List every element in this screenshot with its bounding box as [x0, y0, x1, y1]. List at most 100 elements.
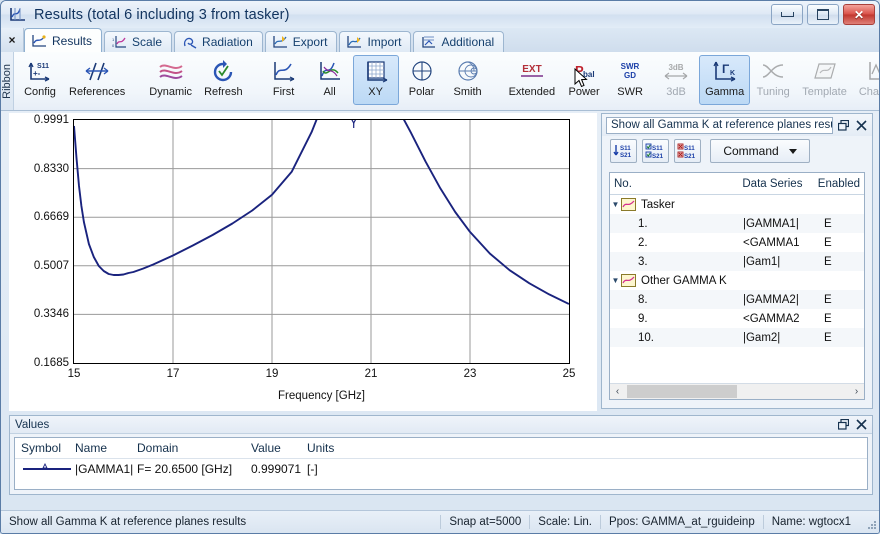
table-row-group[interactable]: ▼ Tasker: [610, 195, 864, 214]
ribbon-button-label: Extended: [509, 86, 555, 98]
y-tick-label: 0.5007: [34, 260, 69, 272]
table-row[interactable]: 10. |Gam2| E: [610, 328, 864, 347]
table-row-group[interactable]: ▼ Other GAMMA K: [610, 271, 864, 290]
svg-text:EXT: EXT: [522, 64, 541, 75]
minimize-button[interactable]: [771, 4, 803, 25]
values-symbol-cell: [15, 462, 75, 476]
ribbon-button-label: Gamma: [705, 86, 744, 98]
svg-text:bal: bal: [583, 70, 595, 79]
scrollbar-thumb[interactable]: [627, 385, 737, 398]
3db-button[interactable]: 3dB 3dB: [653, 55, 699, 105]
column-header-series: Data Series: [738, 178, 813, 190]
ribbon-button-label: 3dB: [666, 86, 686, 98]
extended-button[interactable]: EXT Extended: [503, 55, 561, 105]
tab-import[interactable]: Import: [339, 31, 411, 52]
tab-export[interactable]: Export: [265, 31, 338, 52]
svg-text:SWR: SWR: [621, 62, 640, 71]
tab-label: Additional: [441, 35, 494, 49]
column-header-name: Name: [75, 441, 137, 455]
scroll-left-icon[interactable]: ‹: [610, 386, 625, 397]
swr-button[interactable]: SWR GD SWR: [607, 55, 653, 105]
smith-button[interactable]: Smith: [445, 55, 491, 105]
polar-button[interactable]: Polar: [399, 55, 445, 105]
template-button[interactable]: Template: [796, 55, 853, 105]
results-chart-icon: [32, 34, 47, 48]
tab-scale[interactable]: 1 0 Scale: [104, 31, 172, 52]
dynamic-waves-icon: [154, 58, 188, 86]
dynamic-button[interactable]: Dynamic: [143, 55, 198, 105]
dock-toolbar: S11 S21 S11 S21: [602, 136, 872, 165]
radiation-icon: [182, 35, 197, 49]
tab-label: Radiation: [202, 35, 253, 49]
expand-collapse-icon[interactable]: ▼: [610, 276, 621, 285]
column-header-value: Value: [251, 441, 307, 455]
table-row[interactable]: 9. <GAMMA2 E: [610, 309, 864, 328]
first-curve-icon: [267, 58, 301, 86]
maximize-button[interactable]: [807, 4, 839, 25]
gamma-button[interactable]: Γ K Gamma: [699, 55, 750, 105]
power-button[interactable]: P bal Power: [561, 55, 607, 105]
close-button[interactable]: ✕: [843, 4, 875, 25]
row-series: |Gam2|: [743, 332, 821, 344]
table-row[interactable]: 2. <GAMMA1 E: [610, 233, 864, 252]
xy-button[interactable]: XY: [353, 55, 399, 105]
row-series: |GAMMA2|: [743, 294, 821, 306]
scrollbar-track[interactable]: [625, 385, 849, 398]
all-curves-icon: [313, 58, 347, 86]
references-button[interactable]: References: [63, 55, 131, 105]
tab-radiation[interactable]: Radiation: [174, 31, 263, 52]
additional-chart-icon: [421, 35, 436, 49]
s11-s21-insert-button[interactable]: S11 S21: [610, 139, 637, 163]
s11-s21-enable-button[interactable]: S11 S21: [642, 139, 669, 163]
scroll-right-icon[interactable]: ›: [849, 386, 864, 397]
legend-line-gamma1: [21, 462, 73, 476]
all-button[interactable]: All: [307, 55, 353, 105]
tab-additional[interactable]: Additional: [413, 31, 504, 52]
resize-grip[interactable]: [862, 515, 876, 529]
ribbon-button-label: Power: [568, 86, 599, 98]
ribbon-side-label[interactable]: Ribbon: [1, 52, 14, 110]
row-no: 1.: [610, 218, 743, 230]
gamma-k-icon: Γ K: [708, 58, 742, 86]
tab-results[interactable]: Results: [24, 28, 102, 52]
plot-area[interactable]: 0.9991 0.8330 0.6669 0.5007 0.3346 0.168…: [73, 119, 570, 364]
values-close-icon[interactable]: [854, 417, 869, 432]
change-icon: [861, 58, 880, 86]
horizontal-scrollbar[interactable]: ‹ ›: [610, 383, 864, 399]
svg-text:S21: S21: [620, 152, 632, 159]
row-no: 8.: [610, 294, 743, 306]
command-label: Command: [723, 144, 778, 158]
table-row[interactable]: 1. |GAMMA1| E: [610, 214, 864, 233]
s11-s21-disable-button[interactable]: S11 S21: [674, 139, 701, 163]
refresh-button[interactable]: Refresh: [198, 55, 249, 105]
page-title: Results (total 6 including 3 from tasker…: [34, 7, 290, 23]
column-header-enabled: Enabled: [814, 178, 864, 190]
close-ribbon-icon[interactable]: ×: [1, 28, 24, 52]
tab-bar: × Results 1 0 Scale: [1, 28, 879, 52]
tuning-button[interactable]: Tuning: [750, 55, 796, 105]
values-table[interactable]: Symbol Name Domain Value Units |GAMMA1| …: [14, 437, 868, 490]
svg-text:3dB: 3dB: [669, 63, 684, 72]
ribbon-group-config: S11 +- Config References: [14, 52, 134, 110]
svg-text:1: 1: [112, 37, 115, 42]
row-enabled: E: [821, 237, 864, 249]
data-series-grid[interactable]: No. Data Series Enabled ▼ Tasker: [609, 172, 865, 400]
dock-close-icon[interactable]: [854, 118, 869, 133]
config-button[interactable]: S11 +- Config: [17, 55, 63, 105]
table-row[interactable]: |GAMMA1| F= 20.6500 [GHz] 0.999071 [-]: [15, 459, 867, 479]
first-button[interactable]: First: [261, 55, 307, 105]
expand-collapse-icon[interactable]: ▼: [610, 200, 621, 209]
tab-label: Scale: [132, 35, 162, 49]
xy-grid-icon: [359, 58, 393, 86]
change-button[interactable]: Change: [853, 55, 880, 105]
values-header: Values: [10, 416, 872, 434]
table-row[interactable]: 3. |Gam1| E: [610, 252, 864, 271]
dock-restore-icon[interactable]: [836, 118, 851, 133]
values-value-cell: 0.999071: [251, 462, 307, 476]
table-row[interactable]: 8. |GAMMA2| E: [610, 290, 864, 309]
command-dropdown[interactable]: Command: [710, 139, 810, 163]
svg-text:S11: S11: [684, 145, 695, 152]
values-restore-icon[interactable]: [836, 417, 851, 432]
plot-panel[interactable]: 0.9991 0.8330 0.6669 0.5007 0.3346 0.168…: [9, 113, 597, 411]
group-label: Other GAMMA K: [641, 275, 727, 287]
